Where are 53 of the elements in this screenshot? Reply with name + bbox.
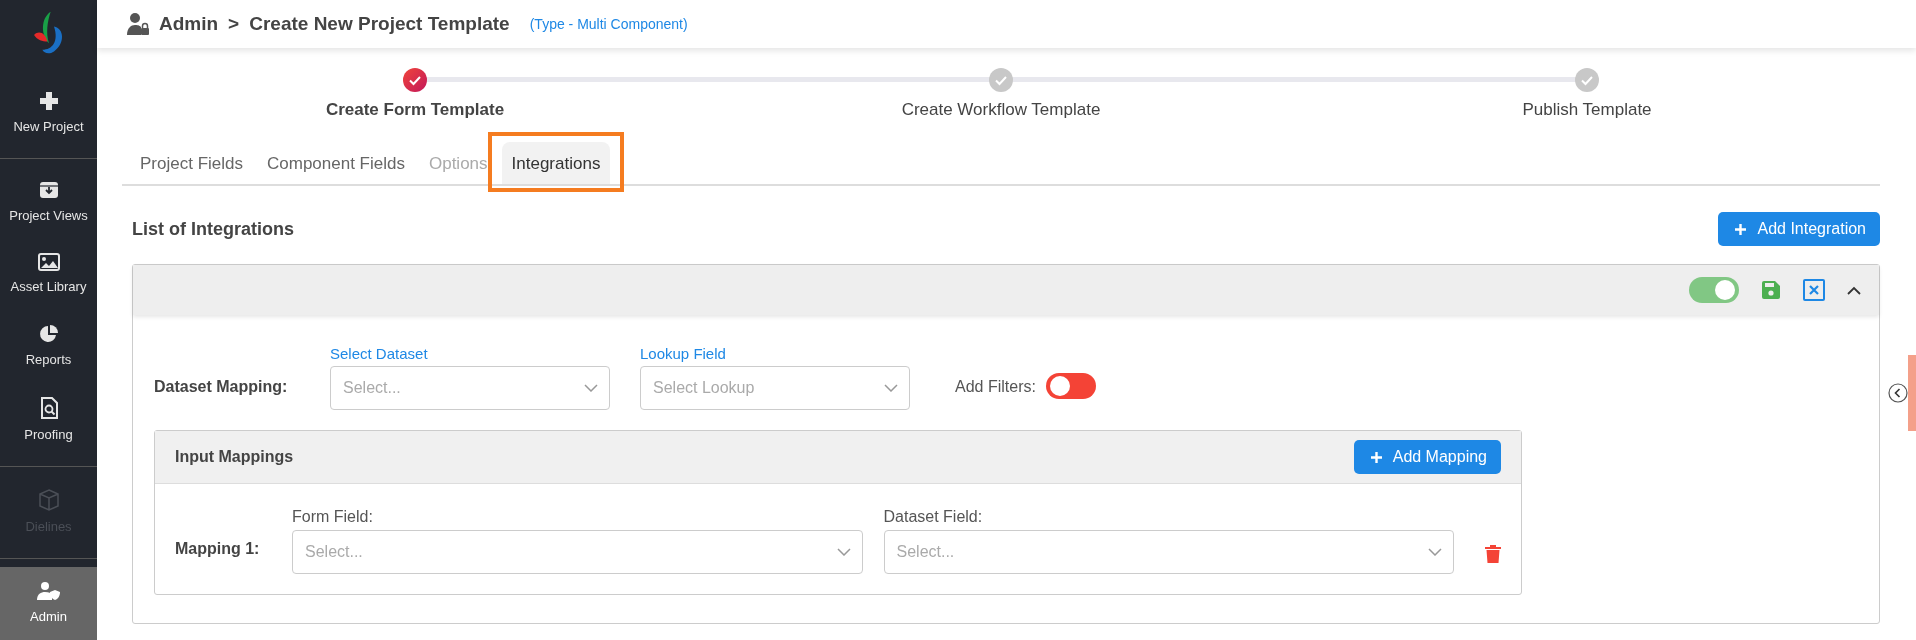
field-label: Dataset Mapping: (154, 378, 289, 396)
sidebar-item[interactable]: Asset Library (0, 239, 97, 311)
chevron-down-icon (584, 384, 598, 392)
field-label: Select Dataset (330, 345, 429, 362)
select-field[interactable]: Select... (883, 530, 1454, 574)
enable-toggle[interactable] (1689, 277, 1739, 303)
user-lock-icon (127, 12, 149, 36)
chevron-left-icon[interactable] (1888, 383, 1908, 403)
sidebar-item[interactable]: Project Views (0, 166, 97, 240)
panel-title: Input Mappings (175, 448, 294, 466)
close-icon[interactable] (1803, 279, 1825, 301)
image-icon (37, 253, 60, 272)
chevron-down-icon (836, 548, 851, 556)
select-field[interactable]: Select... (330, 366, 610, 410)
field-label: Add Filters: (955, 378, 1036, 396)
add-filters-toggle[interactable] (1045, 373, 1096, 399)
field-label: Dataset Field: (883, 508, 984, 526)
sidebar-item[interactable]: Proofing (0, 383, 97, 459)
sidebar-item[interactable]: New Project (0, 76, 97, 150)
box-icon (37, 489, 60, 512)
tab[interactable]: Project Fields (130, 142, 253, 184)
step-label: Create Workflow Template (901, 100, 1101, 120)
pie-chart-icon (38, 324, 59, 345)
sidebar-item[interactable]: Reports (0, 310, 97, 384)
breadcrumb-link[interactable]: Admin (159, 13, 219, 35)
trash-icon[interactable] (1485, 544, 1501, 564)
field-label: Lookup Field (640, 345, 727, 362)
chevron-down-icon (884, 384, 898, 392)
page-title: Create New Project Template (249, 13, 510, 35)
sidebar-item[interactable]: Admin (0, 567, 97, 640)
save-icon[interactable] (1761, 280, 1781, 300)
mapping-label: Mapping 1: (175, 540, 261, 558)
chevron-down-icon (1428, 548, 1442, 556)
section-title: List of Integrations (132, 218, 294, 240)
plus-icon (1369, 450, 1383, 464)
step-label: Publish Template (1522, 100, 1652, 120)
add-mapping-button[interactable]: Add Mapping (1353, 440, 1501, 474)
select-field[interactable]: Select Lookup (640, 366, 910, 410)
tab[interactable]: Integrations (501, 142, 611, 184)
document-search-icon (39, 397, 58, 420)
tab[interactable]: Component Fields (257, 142, 415, 184)
field-label: Form Field: (292, 508, 374, 526)
plus-icon (38, 90, 59, 111)
plus-icon (1734, 222, 1748, 236)
user-shield-icon (36, 581, 61, 601)
template-type-note: (Type - Multi Component) (529, 16, 688, 32)
breadcrumb-separator: > (228, 13, 240, 35)
chevron-up-icon[interactable] (1847, 285, 1861, 295)
side-panel-handle[interactable] (1908, 355, 1916, 431)
select-field[interactable]: Select... (292, 530, 863, 574)
step-label: Create Form Template (325, 100, 505, 120)
add-integration-button[interactable]: Add Integration (1718, 212, 1880, 246)
archive-box-icon (38, 180, 59, 201)
